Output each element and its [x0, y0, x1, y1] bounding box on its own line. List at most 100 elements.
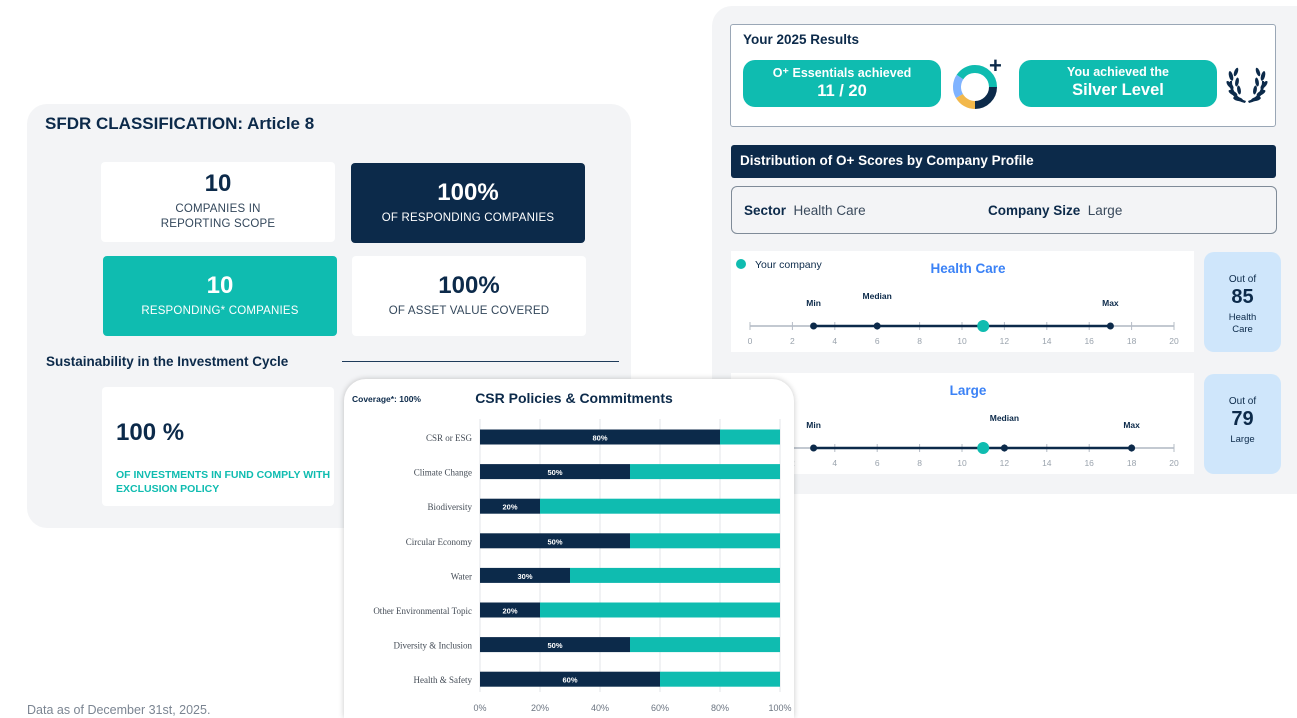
category-label: Circular Economy — [406, 537, 473, 547]
essentials-label: O⁺ Essentials achieved — [772, 66, 912, 80]
category-label: Other Environmental Topic — [373, 606, 472, 616]
company-profile-box: Sector Health Care Company Size Large — [731, 186, 1277, 234]
level-pill: You achieved the Silver Level — [1019, 60, 1217, 107]
category-label: Health & Safety — [414, 675, 473, 685]
distribution-header: Distribution of O+ Scores by Company Pro… — [731, 145, 1276, 178]
exclusion-card: 100 % OF INVESTMENTS IN FUND COMPLY WITH… — [102, 387, 334, 506]
median-marker — [1000, 444, 1008, 452]
x-tick-label: 60% — [651, 703, 669, 713]
x-tick-label: 0% — [473, 703, 486, 713]
range-tick-label: 2 — [790, 336, 795, 346]
legend-dot — [736, 259, 746, 269]
max-label: Max — [1123, 420, 1140, 430]
stat-label: COMPANIES IN REPORTING SCOPE — [160, 203, 276, 230]
range-tick-label: 10 — [957, 336, 967, 346]
sfdr-title: SFDR CLASSIFICATION: Article 8 — [45, 114, 315, 133]
max-label: Max — [1102, 298, 1119, 308]
max-marker — [1106, 322, 1114, 330]
range-tick-label: 20 — [1169, 336, 1179, 346]
results-panel: Your 2025 Results O⁺ Essentials achieved… — [712, 6, 1297, 494]
range-tick-label: 4 — [832, 336, 837, 346]
bar-data-label: 20% — [502, 607, 517, 616]
divider — [342, 361, 619, 362]
x-tick-label: 40% — [591, 703, 609, 713]
stat-label: OF ASSET VALUE COVERED — [388, 304, 550, 317]
bar-data-label: 50% — [547, 537, 562, 546]
range-tick-label: 8 — [917, 458, 922, 468]
min-label: Min — [806, 298, 821, 308]
range-tick-label: 6 — [875, 458, 880, 468]
range-title: Large — [950, 383, 987, 398]
investment-cycle-title: Sustainability in the Investment Cycle — [46, 354, 289, 369]
outof-card-sector: Out of 85 Health Care — [1204, 252, 1281, 352]
csr-chart-card: Coverage*: 100% CSR Policies & Commitment… — [344, 379, 794, 718]
bar-data-label: 30% — [517, 572, 532, 581]
stat-label: OF RESPONDING COMPANIES — [381, 211, 555, 224]
range-tick-label: 16 — [1084, 458, 1094, 468]
bar-remainder — [630, 637, 780, 653]
your-company-marker — [977, 320, 990, 332]
outof-label: Out of — [1228, 396, 1257, 407]
bar-remainder — [540, 602, 780, 618]
category-label: Water — [451, 571, 472, 581]
range-chart-size-svg: Large02468101214161820MinMedianMax — [748, 383, 1179, 468]
category-label: Climate Change — [414, 468, 472, 478]
median-label: Median — [863, 291, 892, 301]
range-tick-label: 12 — [1000, 336, 1010, 346]
median-label: Median — [990, 413, 1019, 423]
csr-bar-chart: Coverage*: 100% CSR Policies & Commitment… — [352, 390, 792, 713]
level-value: Silver Level — [1072, 81, 1164, 99]
range-tick-label: 18 — [1127, 336, 1137, 346]
level-label: You achieved the — [1067, 65, 1169, 79]
outof-card-size: Out of 79 Large — [1204, 374, 1281, 474]
range-tick-label: 20 — [1169, 458, 1179, 468]
sector-value: Health Care — [793, 203, 866, 218]
range-chart-size: Large02468101214161820MinMedianMax — [731, 373, 1194, 474]
outof-label: Out of — [1228, 274, 1257, 285]
essentials-pill: O⁺ Essentials achieved 11 / 20 — [743, 60, 941, 107]
exclusion-label: OF INVESTMENTS IN FUND COMPLY WITH EXCLU… — [116, 469, 331, 495]
results-title: Your 2025 Results — [743, 32, 860, 47]
stat-card-responding-companies: 10 RESPONDING* COMPANIES — [103, 256, 337, 336]
range-tick-label: 12 — [1000, 458, 1010, 468]
plus-sign: + — [989, 53, 1002, 78]
bar-remainder — [720, 429, 780, 445]
company-size-value: Large — [1087, 203, 1123, 218]
results-box: Your 2025 Results O⁺ Essentials achieved… — [730, 24, 1276, 127]
footer-note: Data as of December 31st, 2025. — [27, 703, 211, 717]
stat-value: 100% — [438, 271, 500, 299]
legend-label: Your company — [755, 259, 822, 271]
bar-remainder — [570, 567, 780, 583]
min-label: Min — [806, 420, 821, 430]
sector-field: Sector Health Care — [744, 203, 866, 218]
range-tick-label: 14 — [1042, 458, 1052, 468]
stat-value: 10 — [206, 271, 234, 299]
bar-remainder — [630, 464, 780, 480]
company-size-field: Company Size Large — [988, 203, 1122, 218]
coverage-label: Coverage*: 100% — [352, 394, 421, 404]
exclusion-value: 100 % — [116, 419, 185, 446]
min-marker — [810, 322, 818, 330]
x-tick-label: 80% — [711, 703, 729, 713]
bar-data-label: 50% — [547, 468, 562, 477]
stat-card-companies-scope: 10 COMPANIES IN REPORTING SCOPE — [101, 162, 335, 242]
range-tick-label: 4 — [832, 458, 837, 468]
range-title: Health Care — [930, 261, 1006, 276]
chart-title: CSR Policies & Commitments — [475, 390, 673, 406]
bar-data-label: 50% — [547, 641, 562, 650]
bar-remainder — [630, 533, 780, 549]
min-marker — [810, 444, 818, 452]
stat-card-responding-pct: 100% OF RESPONDING COMPANIES — [351, 163, 585, 243]
range-tick-label: 16 — [1084, 336, 1094, 346]
outof-value: 79 — [1231, 408, 1254, 430]
bar-data-label: 60% — [562, 676, 577, 685]
bar-data-label: 20% — [502, 503, 517, 512]
category-label: Biodiversity — [428, 502, 473, 512]
range-chart-sector-svg: Your company Health Care 0 2 4 6 8 10 12 14 16 18 20… — [736, 259, 1179, 346]
x-tick-label: 100% — [768, 703, 791, 713]
bar-remainder — [540, 498, 780, 514]
range-tick-label: 18 — [1127, 458, 1137, 468]
range-tick-label: 0 — [748, 336, 753, 346]
bar-remainder — [660, 671, 780, 687]
stat-value: 10 — [204, 170, 232, 198]
